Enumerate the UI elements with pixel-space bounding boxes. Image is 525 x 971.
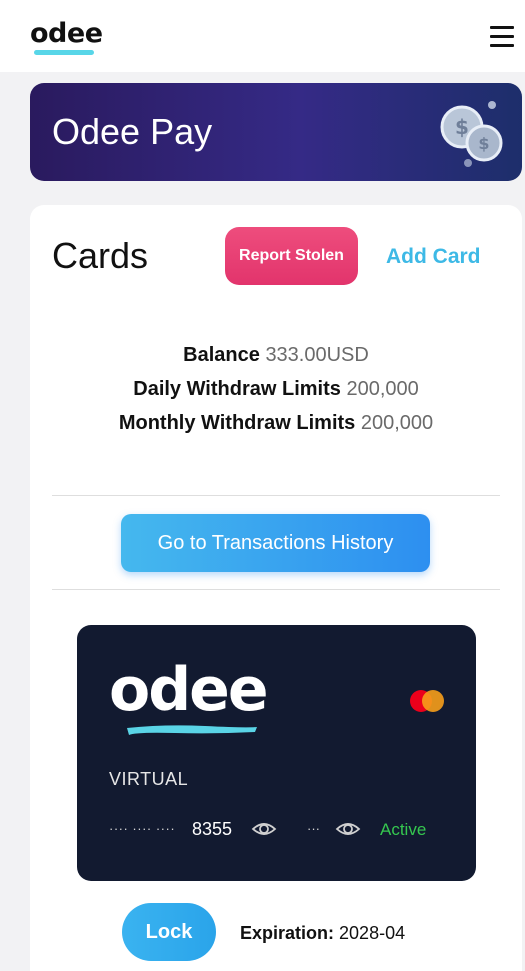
expiration-value: 2028-04: [339, 923, 406, 943]
banner-title: Odee Pay: [52, 111, 213, 152]
coins-icon: $ $: [440, 101, 503, 167]
cards-panel: Cards Report Stolen Add Card Balance 333…: [30, 205, 522, 971]
svg-text:$: $: [478, 134, 489, 153]
monthly-limit-row: Monthly Withdraw Limits 200,000: [30, 406, 522, 440]
balance-row: Balance 333.00USD: [30, 338, 522, 372]
card-last-four: 8355: [192, 819, 233, 839]
card-status: Active: [380, 820, 427, 839]
card-logo-swoosh: [127, 725, 257, 735]
expiration-label: Expiration:: [240, 923, 335, 943]
logo-underline: [34, 50, 94, 55]
divider: [52, 589, 500, 590]
card-stats: Balance 333.00USD Daily Withdraw Limits …: [30, 338, 522, 440]
daily-limit-value: 200,000: [346, 378, 419, 400]
mastercard-icon: [410, 690, 444, 712]
card-masked-number: ···· ···· ····: [109, 821, 176, 836]
show-number-eye-icon[interactable]: [251, 818, 277, 840]
divider: [52, 495, 500, 496]
balance-label: Balance: [183, 344, 260, 366]
monthly-limit-label: Monthly Withdraw Limits: [118, 412, 356, 434]
daily-limit-label: Daily Withdraw Limits: [133, 378, 341, 400]
add-card-link[interactable]: Add Card: [386, 245, 481, 269]
lock-card-button[interactable]: Lock: [122, 903, 216, 961]
virtual-card[interactable]: odee VIRTUAL ···· ···· ···· 8355 ··· Act…: [77, 625, 476, 881]
expiration-info: Expiration: 2028-04: [240, 923, 405, 944]
odee-pay-banner: Odee Pay $ $: [30, 83, 522, 181]
card-masked-cvv: ···: [307, 821, 320, 836]
show-cvv-eye-icon[interactable]: [335, 818, 361, 840]
balance-value: 333.00USD: [265, 344, 369, 366]
svg-text:$: $: [455, 115, 469, 139]
monthly-limit-value: 200,000: [360, 412, 434, 434]
card-brand-logo: odee: [109, 655, 269, 725]
app-logo[interactable]: odee: [30, 18, 103, 49]
report-stolen-button[interactable]: Report Stolen: [225, 227, 358, 285]
daily-limit-row: Daily Withdraw Limits 200,000: [30, 372, 522, 406]
card-type-label: VIRTUAL: [109, 769, 189, 789]
hamburger-menu-icon[interactable]: [490, 26, 514, 48]
top-bar: odee: [0, 0, 525, 72]
transactions-history-button[interactable]: Go to Transactions History: [121, 514, 430, 572]
cards-heading: Cards: [52, 235, 149, 276]
